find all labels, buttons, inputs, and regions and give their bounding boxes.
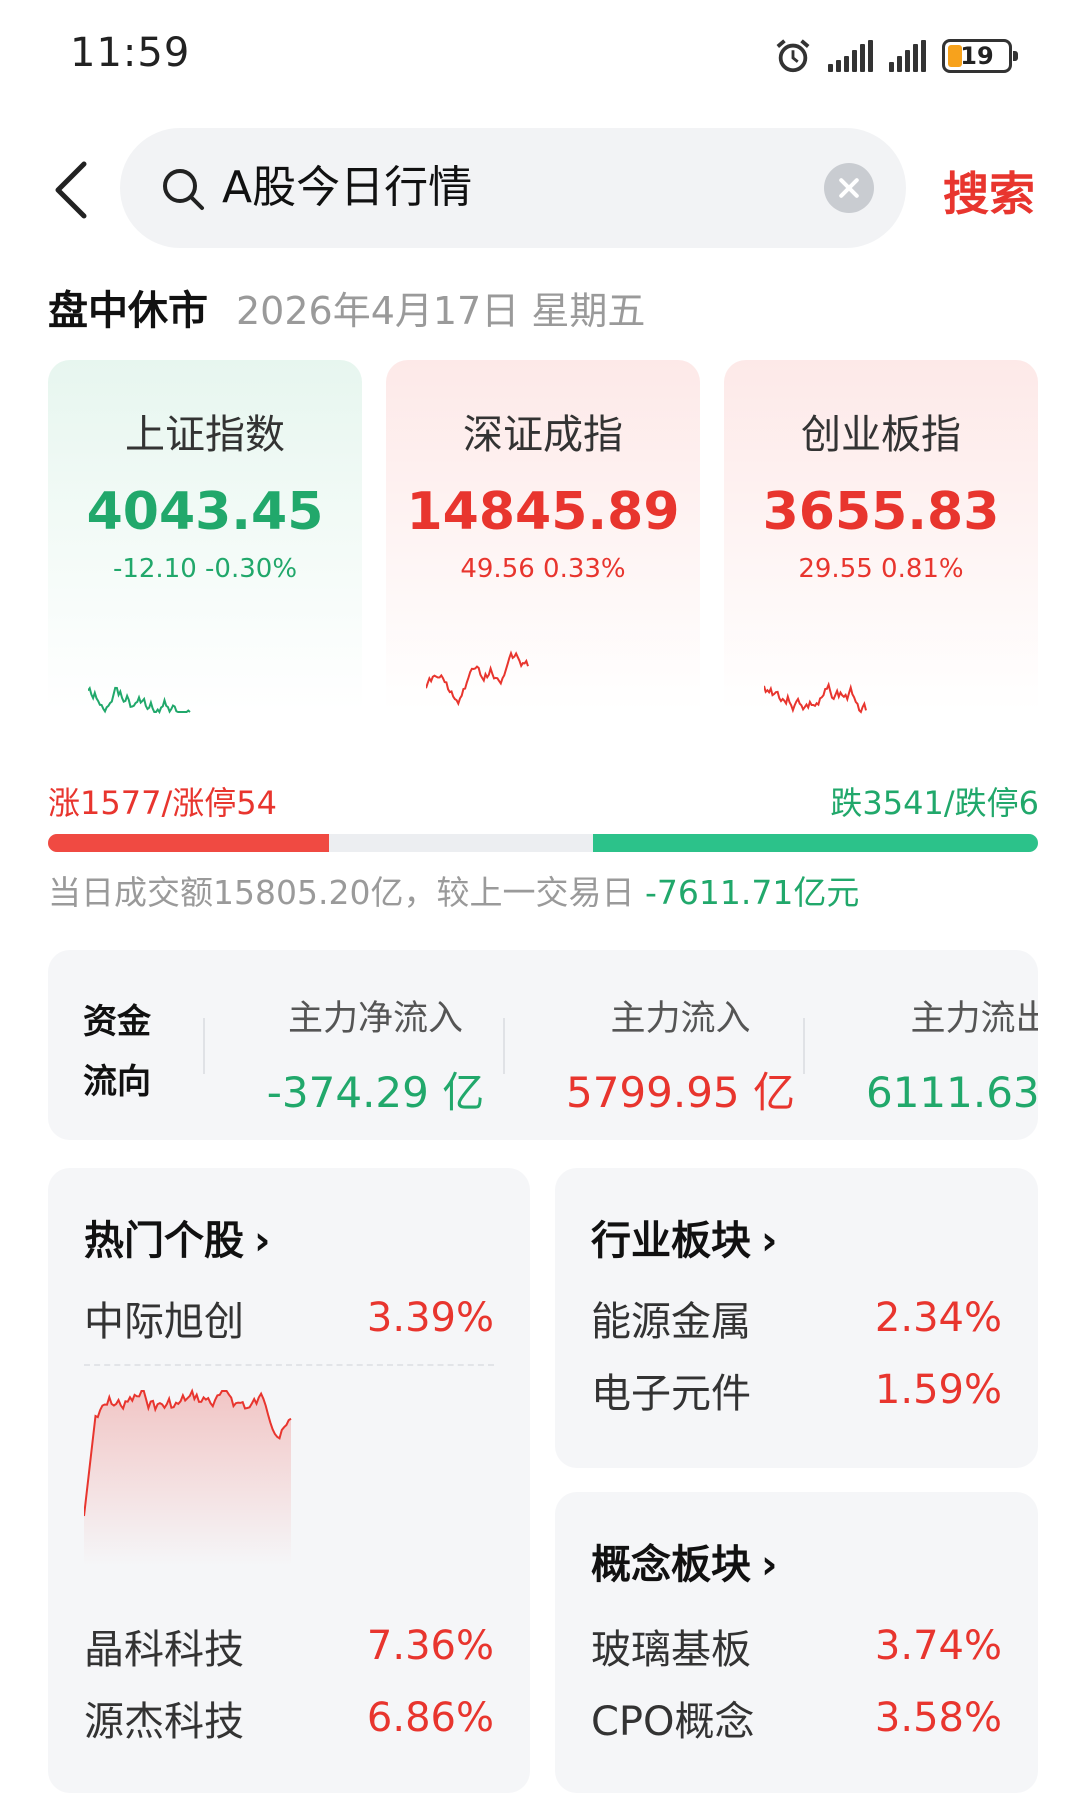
hot-stocks-title-text: 热门个股 xyxy=(84,1218,244,1264)
breadth-bar-down xyxy=(593,834,1038,852)
index-name: 上证指数 xyxy=(125,412,285,458)
fund-flow-title: 资金 流向 xyxy=(83,992,163,1112)
market-status-line: 盘中休市 2026年4月17日 星期五 xyxy=(48,278,645,336)
decliners-text: 跌3541/跌停6 xyxy=(830,784,1039,822)
sector-name: 电子元件 xyxy=(591,1371,751,1417)
advancers-text: 涨1577/涨停54 xyxy=(48,784,277,822)
flow-label: 主力流入 xyxy=(610,999,751,1039)
flow-inflow: 主力流入 5799.95 亿 xyxy=(538,990,823,1120)
list-item[interactable]: 电子元件 1.59% xyxy=(591,1362,1002,1418)
stock-name: 晶科科技 xyxy=(84,1627,244,1673)
flow-value: 5799.95 亿 xyxy=(565,1068,796,1117)
index-card-chinext[interactable]: 创业板指 3655.83 29.55 0.81% xyxy=(724,360,1038,730)
hot-stocks-card[interactable]: 热门个股 › 中际旭创 3.39% 晶科科技 7.36% 源杰科技 6.86% xyxy=(48,1168,530,1793)
market-status: 盘中休市 xyxy=(48,288,208,334)
list-item[interactable]: 源杰科技 6.86% xyxy=(84,1690,494,1746)
flow-value: -374.29 亿 xyxy=(266,1068,485,1117)
flow-label: 主力流出 xyxy=(910,999,1038,1039)
back-button[interactable] xyxy=(50,155,100,225)
sector-pct: 2.34% xyxy=(874,1295,1002,1341)
index-name: 深证成指 xyxy=(463,412,623,458)
divider xyxy=(803,1018,805,1074)
index-value: 4043.45 xyxy=(86,482,324,542)
sector-name: 能源金属 xyxy=(591,1299,751,1345)
index-value: 3655.83 xyxy=(762,482,1000,542)
sparkline-path xyxy=(88,685,191,715)
flow-label: 主力净流入 xyxy=(287,999,463,1039)
index-change: 29.55 0.81% xyxy=(798,554,964,584)
battery-icon: 19 xyxy=(942,39,1018,73)
flow-value: 6111.63 亿 xyxy=(865,1068,1038,1117)
turnover-text: 当日成交额15805.20亿，较上一交易日 -7611.71亿元 xyxy=(48,866,859,914)
sector-name: 玻璃基板 xyxy=(591,1627,751,1673)
concept-card[interactable]: 概念板块 › 玻璃基板 3.74% CPO概念 3.58% xyxy=(555,1492,1038,1793)
stock-name: 源杰科技 xyxy=(84,1699,244,1745)
divider xyxy=(503,1018,505,1074)
index-card-shenzhen[interactable]: 深证成指 14845.89 49.56 0.33% xyxy=(386,360,700,730)
search-input[interactable]: A股今日行情 xyxy=(120,128,906,248)
stock-name: 中际旭创 xyxy=(84,1299,244,1345)
divider xyxy=(203,1018,205,1074)
back-icon xyxy=(55,161,87,219)
hot-stocks-title[interactable]: 热门个股 › xyxy=(84,1208,270,1266)
sector-pct: 3.74% xyxy=(874,1623,1002,1669)
index-sparkline xyxy=(426,650,529,707)
battery-level: 19 xyxy=(960,42,994,70)
index-value: 14845.89 xyxy=(406,482,680,542)
index-sparkline xyxy=(88,685,191,715)
sector-name: CPO概念 xyxy=(591,1699,755,1745)
market-date: 2026年4月17日 星期五 xyxy=(236,289,646,333)
stock-intraday-chart xyxy=(84,1388,292,1566)
chevron-right-icon: › xyxy=(761,1218,778,1264)
search-icon xyxy=(163,169,204,210)
breadth-bar-up xyxy=(48,834,329,852)
sector-pct: 1.59% xyxy=(874,1367,1002,1413)
stock-pct: 7.36% xyxy=(366,1623,494,1669)
list-item[interactable]: CPO概念 3.58% xyxy=(591,1690,1002,1746)
sector-pct: 3.58% xyxy=(874,1695,1002,1741)
clear-icon[interactable] xyxy=(824,163,874,213)
stock-chart-area xyxy=(84,1391,291,1566)
divider xyxy=(84,1364,494,1366)
stock-pct: 3.39% xyxy=(366,1295,494,1341)
chevron-right-icon: › xyxy=(254,1218,271,1264)
breadth-bar xyxy=(48,834,1038,852)
industry-title-text: 行业板块 xyxy=(591,1218,751,1264)
stock-pct: 6.86% xyxy=(366,1695,494,1741)
index-change: 49.56 0.33% xyxy=(460,554,626,584)
fund-flow-card[interactable]: 资金 流向 主力净流入 -374.29 亿 主力流入 5799.95 亿 主力流… xyxy=(48,950,1038,1140)
flow-outflow: 主力流出 6111.63 亿 xyxy=(838,990,1038,1120)
fund-flow-title-line2: 流向 xyxy=(83,1062,151,1102)
concept-title[interactable]: 概念板块 › xyxy=(591,1532,777,1590)
list-item[interactable]: 晶科科技 7.36% xyxy=(84,1618,494,1674)
index-name: 创业板指 xyxy=(801,412,961,458)
signal-icon-2 xyxy=(889,40,926,72)
chevron-right-icon: › xyxy=(761,1542,778,1588)
concept-title-text: 概念板块 xyxy=(591,1542,751,1588)
signal-icon xyxy=(828,40,873,72)
sparkline-path xyxy=(764,681,867,714)
alarm-icon xyxy=(776,39,810,73)
list-item[interactable]: 中际旭创 3.39% xyxy=(84,1290,494,1346)
industry-card[interactable]: 行业板块 › 能源金属 2.34% 电子元件 1.59% xyxy=(555,1168,1038,1468)
status-bar: 11:59 19 xyxy=(0,0,1084,110)
index-change: -12.10 -0.30% xyxy=(112,554,298,584)
index-card-shanghai[interactable]: 上证指数 4043.45 -12.10 -0.30% xyxy=(48,360,362,730)
turnover-prefix: 当日成交额15805.20亿，较上一交易日 xyxy=(48,873,635,912)
turnover-diff: -7611.71亿元 xyxy=(644,873,860,912)
index-sparkline xyxy=(764,681,867,714)
search-query: A股今日行情 xyxy=(222,162,473,213)
list-item[interactable]: 玻璃基板 3.74% xyxy=(591,1618,1002,1674)
flow-net-inflow: 主力净流入 -374.29 亿 xyxy=(238,990,513,1120)
sparkline-path xyxy=(426,650,529,707)
status-time: 11:59 xyxy=(70,30,191,76)
search-button[interactable]: 搜索 xyxy=(943,158,1035,224)
fund-flow-title-line1: 资金 xyxy=(83,1002,151,1042)
industry-title[interactable]: 行业板块 › xyxy=(591,1208,777,1266)
status-icons: 19 xyxy=(774,36,1018,76)
list-item[interactable]: 能源金属 2.34% xyxy=(591,1290,1002,1346)
